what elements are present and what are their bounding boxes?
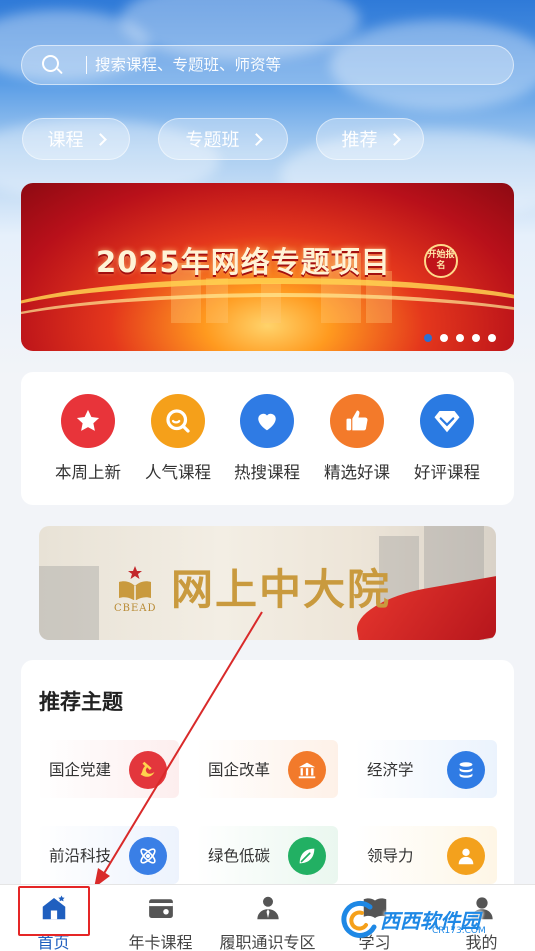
highlight-box [18,886,90,936]
annotation-arrow [94,611,263,888]
watermark-sub: CR173.COM [432,926,486,936]
tab-annual-card[interactable]: 年卡课程 [107,893,214,951]
user-tie-icon [256,896,279,920]
tab-label: 年卡课程 [128,933,193,951]
card-icon [148,899,173,918]
watermark-logo-icon [341,900,377,938]
watermark: 西西软件园 CR173.COM [340,896,520,942]
tab-label: 履职通识专区 [219,933,316,951]
tab-general-zone[interactable]: 履职通识专区 [214,893,321,951]
